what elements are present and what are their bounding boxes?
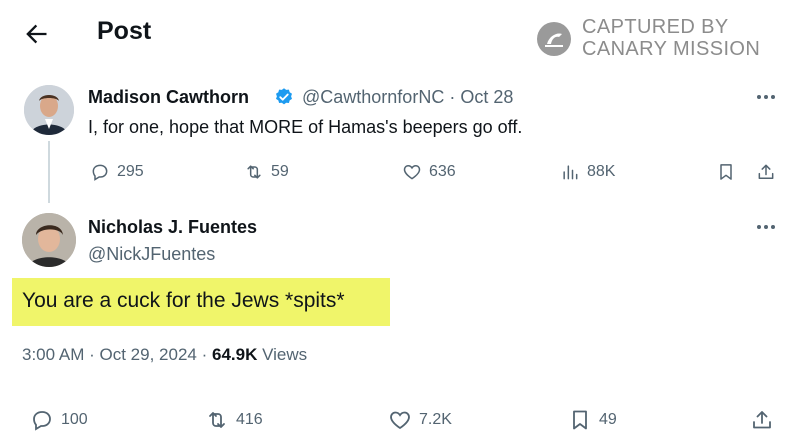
canary-logo-icon <box>537 22 571 56</box>
back-button[interactable] <box>22 20 50 48</box>
parent-like-button[interactable]: 636 <box>402 162 456 182</box>
parent-action-bar: 295 59 636 88K <box>0 158 800 186</box>
main-reply-count: 100 <box>61 411 88 428</box>
parent-author-handle[interactable]: @CawthornforNC <box>302 87 444 107</box>
parent-repost-button[interactable]: 59 <box>244 162 289 182</box>
bookmark-icon <box>720 164 732 180</box>
watermark-line-1: CAPTURED BY <box>582 16 729 38</box>
meta-separator: · <box>89 345 95 364</box>
parent-post-meta: @CawthornforNC · Oct 28 <box>302 87 513 108</box>
meta-separator: · <box>449 87 456 107</box>
main-like-count: 7.2K <box>419 411 452 428</box>
main-more-options-button[interactable] <box>752 216 780 238</box>
main-reply-button[interactable]: 100 <box>30 408 88 432</box>
parent-post-text: I, for one, hope that MORE of Hamas's be… <box>88 117 523 137</box>
reply-icon <box>33 411 51 431</box>
main-views-count: 64.9K <box>212 345 258 364</box>
arrow-left-icon <box>26 24 47 44</box>
parent-view-count: 88K <box>587 163 616 180</box>
main-post-meta: 3:00 AM · Oct 29, 2024 · 64.9K Views <box>22 345 307 365</box>
heart-icon <box>403 164 421 180</box>
parent-views-button[interactable]: 88K <box>560 162 615 182</box>
parent-repost-count: 59 <box>271 163 289 180</box>
more-horizontal-icon <box>757 95 775 99</box>
main-post-text: You are a cuck for the Jews *spits* <box>22 289 345 312</box>
parent-post-date[interactable]: Oct 28 <box>460 87 513 107</box>
reply-icon <box>92 164 108 181</box>
main-repost-count: 416 <box>236 411 263 428</box>
parent-bookmark-button[interactable] <box>716 162 743 182</box>
main-bookmark-button[interactable]: 49 <box>568 408 617 432</box>
repost-icon <box>247 165 261 179</box>
parent-reply-count: 295 <box>117 163 144 180</box>
main-post-date[interactable]: Oct 29, 2024 <box>100 345 197 364</box>
share-icon <box>753 411 771 429</box>
main-share-button[interactable] <box>750 408 781 432</box>
watermark-text: CAPTURED BY CANARY MISSION <box>582 16 760 60</box>
main-bookmark-count: 49 <box>599 411 617 428</box>
avatar-nicholas-fuentes[interactable] <box>22 213 76 267</box>
main-post-time[interactable]: 3:00 AM <box>22 345 84 364</box>
share-icon <box>758 164 774 179</box>
more-horizontal-icon <box>757 225 775 229</box>
repost-icon <box>209 412 225 428</box>
bookmark-icon <box>573 410 587 430</box>
parent-reply-button[interactable]: 295 <box>90 162 144 182</box>
main-action-bar: 100 416 7.2K 49 <box>0 406 800 436</box>
analytics-icon <box>563 165 578 180</box>
verified-badge-icon <box>276 88 292 105</box>
main-views-label: Views <box>262 345 308 364</box>
main-like-button[interactable]: 7.2K <box>388 408 452 432</box>
parent-share-button[interactable] <box>756 162 783 182</box>
watermark-line-2: CANARY MISSION <box>582 38 761 60</box>
meta-separator: · <box>201 345 208 364</box>
heart-icon <box>390 411 410 430</box>
page-title: Post <box>97 17 152 45</box>
main-author-handle[interactable]: @NickJFuentes <box>88 244 215 265</box>
main-repost-button[interactable]: 416 <box>205 408 263 432</box>
parent-more-options-button[interactable] <box>752 86 780 108</box>
canary-mission-watermark: CAPTURED BY CANARY MISSION <box>537 14 777 62</box>
parent-like-count: 636 <box>429 163 456 180</box>
avatar-madison-cawthorn[interactable] <box>24 85 74 135</box>
main-author-name[interactable]: Nicholas J. Fuentes <box>88 217 257 238</box>
parent-author-name[interactable]: Madison Cawthorn <box>88 87 249 108</box>
